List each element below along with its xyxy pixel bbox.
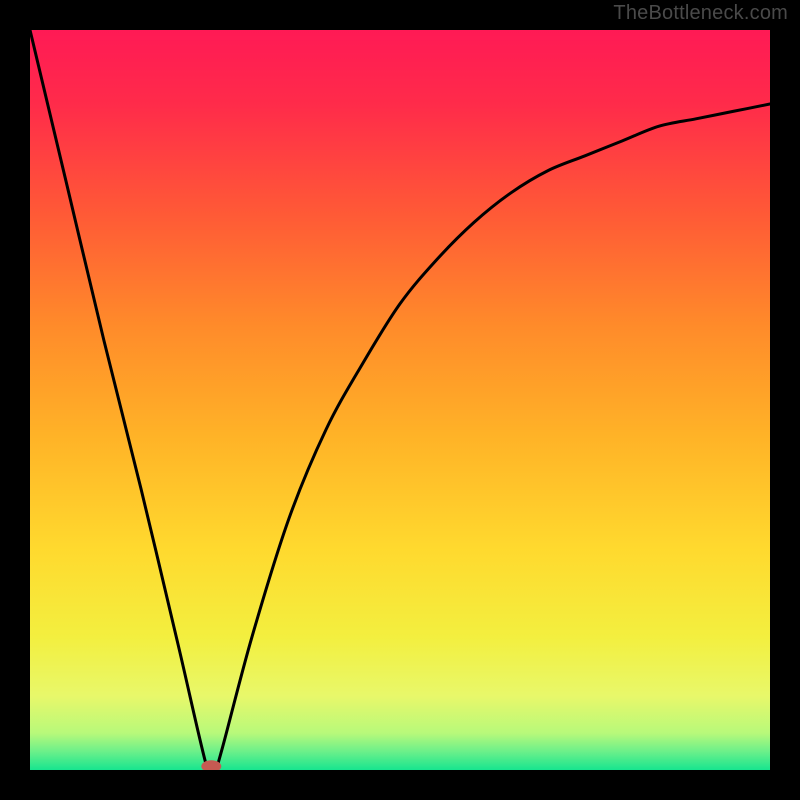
chart-frame: TheBottleneck.com — [0, 0, 800, 800]
watermark-text: TheBottleneck.com — [613, 2, 788, 25]
gradient-background — [30, 30, 770, 770]
plot-area — [30, 30, 770, 770]
chart-svg — [30, 30, 770, 770]
